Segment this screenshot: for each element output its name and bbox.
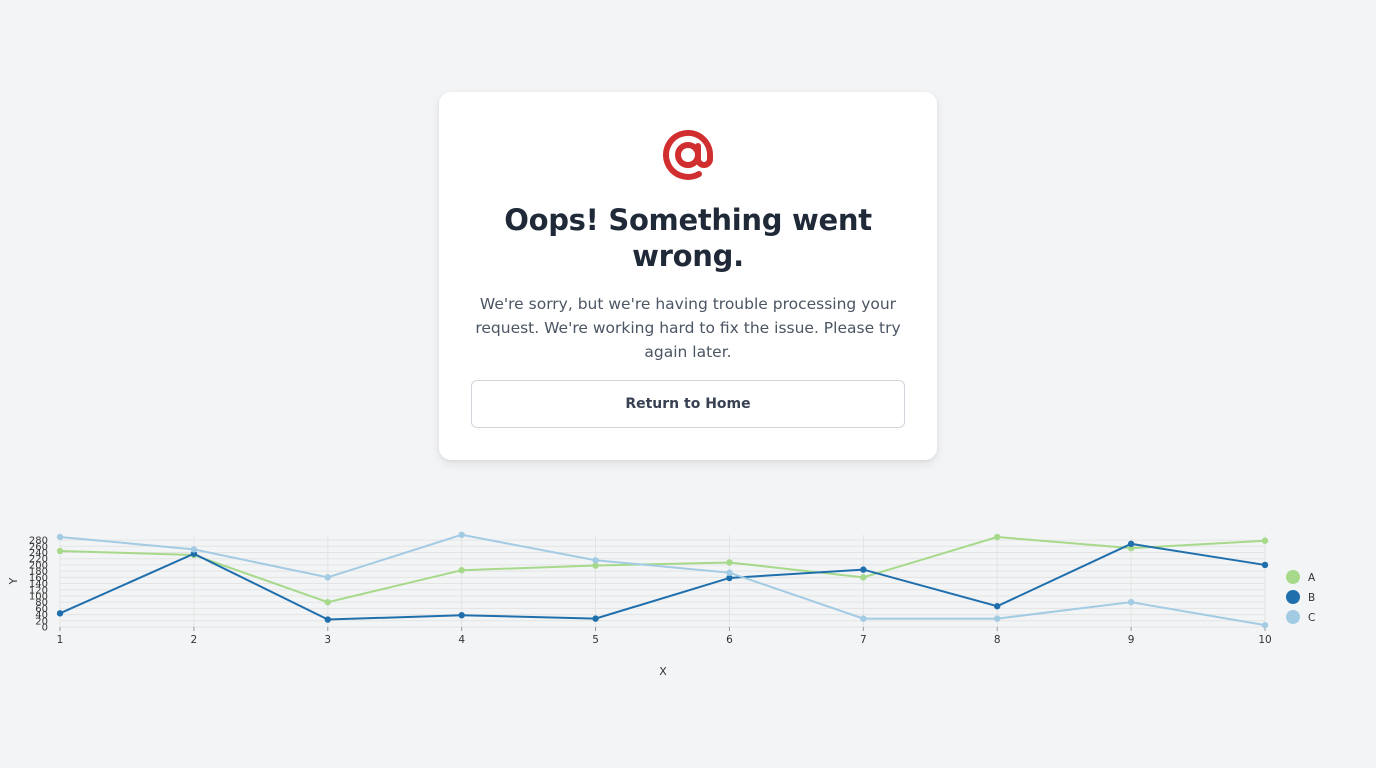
data-point-B [56, 610, 64, 617]
data-point-B [1261, 561, 1269, 569]
x-tick-label: 8 [994, 634, 1001, 646]
legend-swatch-C [1286, 610, 1300, 624]
data-point-C [190, 546, 198, 553]
x-axis-label: X [659, 665, 667, 678]
error-card: Oops! Something went wrong. We're sorry,… [439, 92, 937, 460]
grid-lines [59, 535, 1266, 628]
data-point-C [726, 569, 733, 576]
x-axis: 1 2 3 4 5 6 7 8 9 10 [57, 627, 1272, 646]
data-point-C [592, 557, 599, 564]
data-point-B [860, 566, 867, 573]
error-title: Oops! Something went wrong. [504, 203, 872, 273]
series-line-C [59, 533, 1266, 627]
data-point-A [1261, 537, 1269, 544]
data-point-A [994, 533, 1001, 541]
x-tick-label: 5 [592, 634, 599, 646]
data-point-B [1127, 540, 1135, 548]
x-tick-label: 1 [57, 634, 64, 646]
y-axis-label: Y [7, 577, 20, 585]
x-tick-label: 10 [1258, 634, 1271, 646]
data-point-C [860, 615, 867, 622]
x-tick-label: 7 [860, 634, 867, 646]
x-tick-label: 9 [1128, 634, 1135, 646]
x-tick-label: 3 [324, 634, 331, 646]
line-chart: 020406080100120140160180200220240260280 … [7, 531, 1316, 678]
data-point-C [324, 574, 331, 581]
legend-swatch-B [1286, 590, 1300, 604]
data-point-C [1261, 621, 1269, 629]
data-point-B [458, 612, 465, 619]
data-point-C [56, 533, 64, 541]
data-point-B [592, 615, 599, 622]
data-point-C [458, 531, 465, 539]
data-point-C [994, 615, 1001, 622]
data-point-A [324, 598, 331, 606]
data-point-A [860, 574, 867, 581]
y-axis: 020406080100120140160180200220240260280 [29, 536, 48, 634]
x-tick-label: 6 [726, 634, 733, 646]
y-tick-label: 280 [29, 536, 48, 547]
data-point-A [56, 547, 64, 555]
data-point-C [1127, 598, 1135, 606]
return-home-button[interactable]: Return to Home [471, 380, 905, 428]
data-point-A [458, 567, 465, 574]
error-message: We're sorry, but we're having trouble pr… [475, 295, 901, 361]
data-point-A [726, 559, 733, 566]
x-tick-label: 4 [458, 634, 465, 646]
legend: ABC [1286, 570, 1316, 624]
legend-label-C: C [1308, 612, 1315, 624]
x-tick-label: 2 [191, 634, 198, 646]
data-point-B [994, 603, 1001, 610]
legend-label-B: B [1308, 592, 1315, 604]
at-sign-icon [663, 129, 713, 180]
data-point-B [324, 616, 331, 623]
legend-label-A: A [1308, 572, 1316, 584]
legend-swatch-A [1286, 570, 1300, 584]
